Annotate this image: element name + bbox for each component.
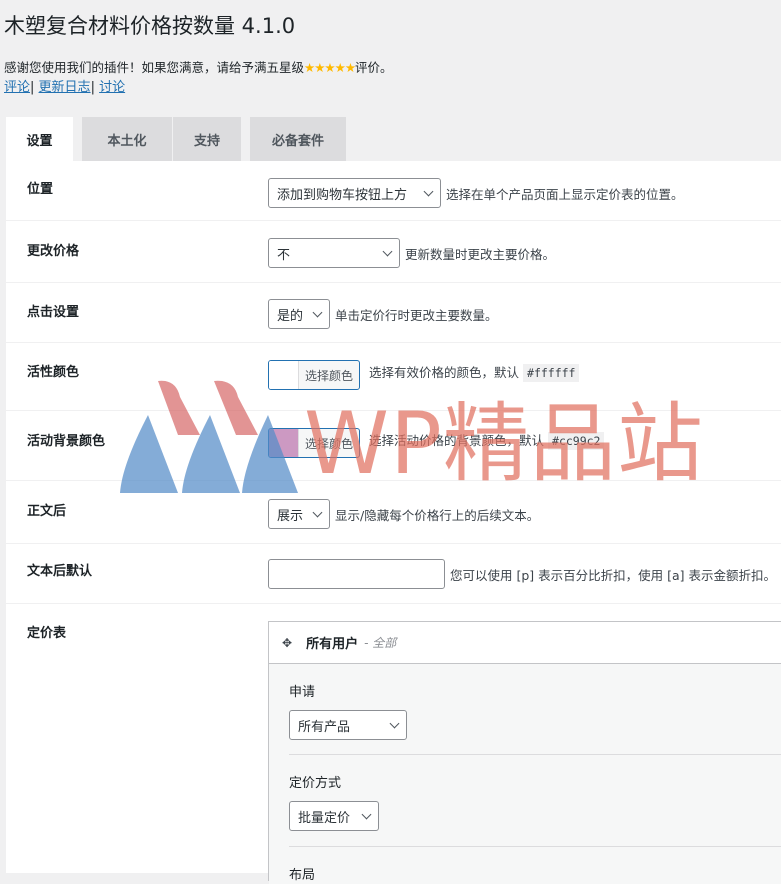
active-color-desc: 选择有效价格的颜色，默认 #ffffff xyxy=(369,362,580,382)
setting-row-position: 位置 添加到购物车按钮上方 选择在单个产品页面上显示定价表的位置。 xyxy=(6,161,781,221)
after-text-default-label: 文本后默认 xyxy=(27,564,93,579)
after-text-default-desc: 您可以使用 [p] 表示百分比折扣，使用 [a] 表示金额折扣。 xyxy=(450,567,776,583)
link-separator: | xyxy=(30,80,35,95)
setting-row-click: 点击设置 是的 单击定价行时更改主要数量。 xyxy=(6,283,781,343)
chevron-down-icon xyxy=(389,718,400,728)
pricing-method-value: 批量定价 xyxy=(298,810,351,826)
pricing-rule-body: 申请 所有产品 定价方式 批量定价 布局 xyxy=(269,664,781,884)
setting-row-after-text-default: 文本后默认 您可以使用 [p] 表示百分比折扣，使用 [a] 表示金额折扣。 xyxy=(6,544,781,604)
position-select[interactable]: 添加到购物车按钮上方 xyxy=(268,178,441,208)
layout-label: 布局 xyxy=(289,868,316,883)
active-bg-color-default: #cc99c2 xyxy=(548,432,605,450)
tab-localization[interactable]: 本土化 xyxy=(82,117,172,161)
thanks-prefix: 感谢您使用我们的插件！如果您满意，请给予满五星级 xyxy=(4,60,305,75)
review-link[interactable]: 评论 xyxy=(4,80,30,95)
header-links: 评论| 更新日志| 讨论 xyxy=(4,76,125,95)
pricing-method-label: 定价方式 xyxy=(289,776,342,791)
link-separator: | xyxy=(90,80,95,95)
change-price-select[interactable]: 不 xyxy=(268,238,400,268)
move-icon[interactable]: ✥ xyxy=(282,636,292,650)
setting-row-active-bg-color: 活动背景颜色 选择颜色 选择活动价格的背景颜色，默认 #cc99c2 xyxy=(6,411,781,481)
active-color-button[interactable]: 选择颜色 xyxy=(268,360,361,390)
tab-settings[interactable]: 设置 xyxy=(6,117,73,161)
thanks-message: 感谢您使用我们的插件！如果您满意，请给予满五星级★★★★★评价。 xyxy=(4,57,393,76)
tab-essentials[interactable]: 必备套件 xyxy=(250,117,346,161)
after-text-value: 展示 xyxy=(277,508,304,524)
pricing-rule-title: 所有用户 xyxy=(306,637,359,652)
divider xyxy=(289,754,781,755)
divider xyxy=(289,846,781,847)
pricing-rule-box: ✥ 所有用户 - 全部 申请 所有产品 定价方式 批量定价 布局 xyxy=(268,621,781,884)
active-bg-color-swatch xyxy=(269,429,299,457)
click-setting-label: 点击设置 xyxy=(27,305,80,320)
chevron-down-icon xyxy=(382,246,393,256)
after-text-select[interactable]: 展示 xyxy=(268,499,330,529)
click-setting-select[interactable]: 是的 xyxy=(268,299,330,329)
after-text-default-input[interactable] xyxy=(268,559,445,589)
pricing-rule-header[interactable]: ✥ 所有用户 - 全部 xyxy=(269,622,781,664)
change-price-label: 更改价格 xyxy=(27,244,80,259)
click-setting-value: 是的 xyxy=(277,308,304,324)
chevron-down-icon xyxy=(361,809,372,819)
rating-stars[interactable]: ★★★★★ xyxy=(304,60,356,75)
chevron-down-icon xyxy=(423,186,434,196)
apply-select[interactable]: 所有产品 xyxy=(289,710,407,740)
position-label: 位置 xyxy=(27,182,54,197)
active-bg-color-desc: 选择活动价格的背景颜色，默认 #cc99c2 xyxy=(369,430,605,450)
discussion-link[interactable]: 讨论 xyxy=(99,80,125,95)
position-desc: 选择在单个产品页面上显示定价表的位置。 xyxy=(446,186,684,202)
click-setting-desc: 单击定价行时更改主要数量。 xyxy=(335,307,498,323)
setting-row-active-color: 活性颜色 选择颜色 选择有效价格的颜色，默认 #ffffff xyxy=(6,343,781,411)
active-color-label: 活性颜色 xyxy=(27,365,80,380)
pricing-rule-subtitle: - 全部 xyxy=(364,636,397,650)
after-text-label: 正文后 xyxy=(27,504,67,519)
change-price-value: 不 xyxy=(277,247,291,263)
active-bg-color-button[interactable]: 选择颜色 xyxy=(268,428,361,458)
tab-support[interactable]: 支持 xyxy=(173,117,241,161)
active-bg-color-button-label: 选择颜色 xyxy=(305,436,354,451)
chevron-down-icon xyxy=(312,507,323,517)
active-color-default: #ffffff xyxy=(523,364,580,382)
apply-label: 申请 xyxy=(289,685,316,700)
pricing-table-label: 定价表 xyxy=(27,626,67,641)
pricing-method-select[interactable]: 批量定价 xyxy=(289,801,379,831)
active-bg-color-label: 活动背景颜色 xyxy=(27,434,106,449)
active-bg-color-desc-text: 选择活动价格的背景颜色，默认 xyxy=(369,433,545,448)
position-value: 添加到购物车按钮上方 xyxy=(277,187,408,203)
thanks-suffix: 评价。 xyxy=(355,60,393,75)
settings-panel: 位置 添加到购物车按钮上方 选择在单个产品页面上显示定价表的位置。 更改价格 不… xyxy=(6,161,781,884)
chevron-down-icon xyxy=(312,307,323,317)
setting-row-after-text: 正文后 展示 显示/隐藏每个价格行上的后续文本。 xyxy=(6,481,781,544)
active-color-desc-text: 选择有效价格的颜色，默认 xyxy=(369,365,520,380)
setting-row-change-price: 更改价格 不 更新数量时更改主要价格。 xyxy=(6,221,781,283)
apply-value: 所有产品 xyxy=(298,719,351,735)
change-price-desc: 更新数量时更改主要价格。 xyxy=(405,246,556,262)
changelog-link[interactable]: 更新日志 xyxy=(39,80,91,95)
active-color-swatch xyxy=(269,361,299,389)
page-title: 木塑复合材料价格按数量 4.1.0 xyxy=(4,14,296,38)
active-color-button-label: 选择颜色 xyxy=(305,368,354,383)
after-text-desc: 显示/隐藏每个价格行上的后续文本。 xyxy=(335,507,540,523)
